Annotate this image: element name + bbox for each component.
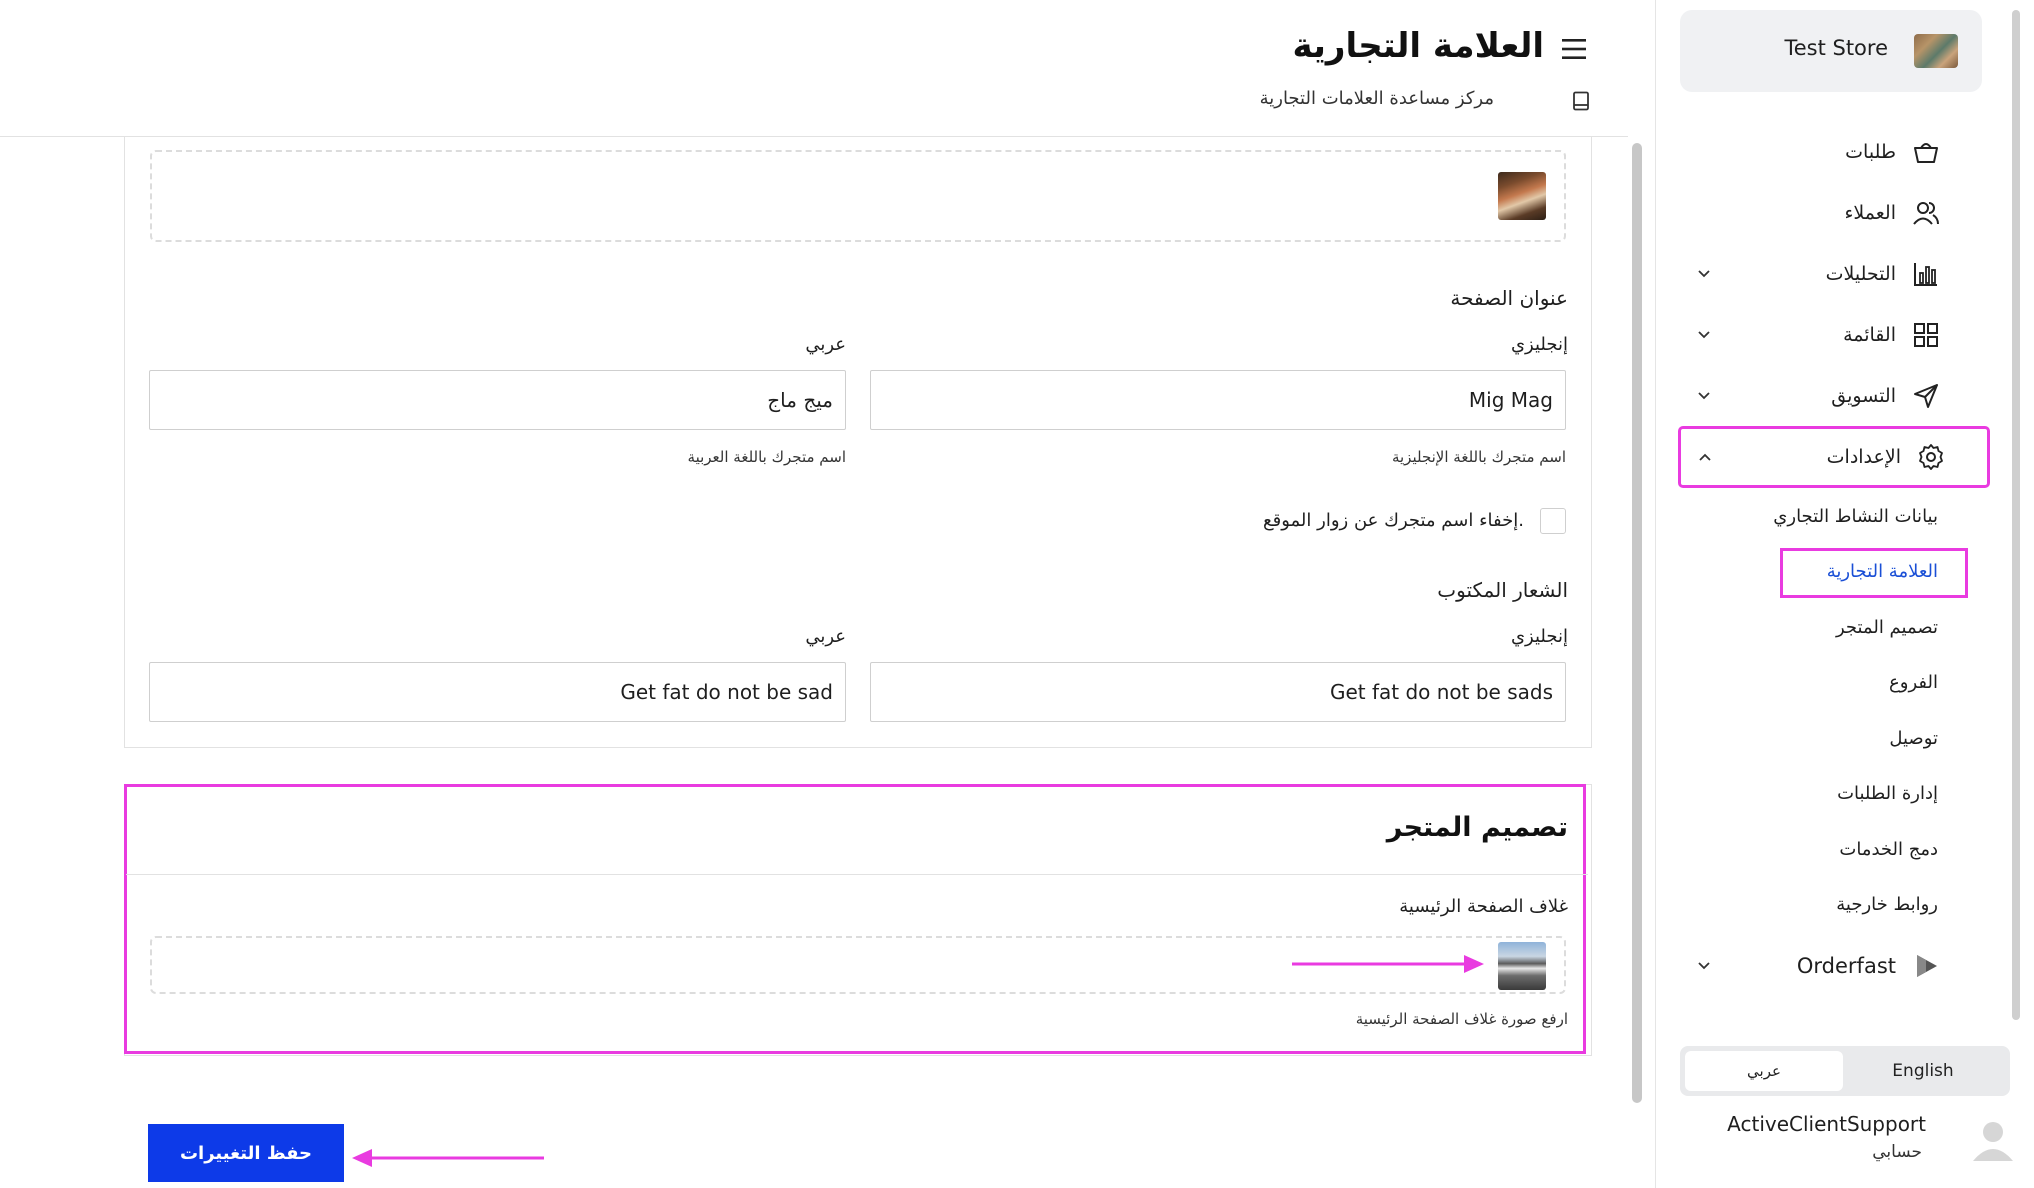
avatar[interactable] [1968, 1115, 2018, 1165]
send-icon [1914, 384, 1938, 408]
sidebar-subitem-branches[interactable]: الفروع [1889, 672, 1938, 693]
save-changes-button[interactable]: حفظ التغييرات [148, 1124, 344, 1182]
chevron-down-icon[interactable] [1694, 956, 1714, 976]
logo-thumbnail [1498, 172, 1546, 220]
bar-chart-icon [1914, 263, 1937, 286]
store-name: Test Store [1784, 36, 1888, 60]
sidebar-subitem-store-design[interactable]: تصميم المتجر [1836, 617, 1938, 638]
sidebar-item-menu[interactable]: القائمة [1680, 307, 1982, 363]
cover-thumbnail [1498, 942, 1546, 990]
slogan-english-label: إنجليزي [1510, 626, 1568, 647]
hide-store-name-checkbox[interactable] [1540, 508, 1566, 534]
sidebar-subitem-external-links[interactable]: روابط خارجية [1836, 894, 1938, 915]
sidebar-item-label: التسويق [1831, 385, 1896, 407]
hide-store-name-label: إخفاء اسم متجرك عن زوار الموقع. [1263, 510, 1524, 531]
grid-icon [1914, 323, 1938, 347]
store-name-english-input[interactable]: Mig Mag [870, 370, 1566, 430]
sidebar-item-label: القائمة [1843, 324, 1896, 346]
language-option-arabic[interactable]: عربي [1685, 1051, 1843, 1091]
cover-image-label: غلاف الصفحة الرئيسية [1399, 896, 1568, 917]
cover-image-helper: ارفع صورة غلاف الصفحة الرئيسية [1355, 1010, 1568, 1028]
book-icon [1573, 91, 1589, 111]
my-account-link[interactable]: حسابي [1872, 1142, 1922, 1162]
sidebar-item-orderfast[interactable]: Orderfast [1680, 938, 1982, 994]
store-design-divider [126, 874, 1588, 875]
sidebar-item-customers[interactable]: العملاء [1680, 185, 1982, 241]
slogan-arabic-input[interactable]: Get fat do not be sad [149, 662, 846, 722]
sidebar-subitem-order-management[interactable]: إدارة الطلبات [1837, 783, 1938, 804]
slogan-section-label: الشعار المكتوب [1437, 578, 1568, 602]
chevron-up-icon[interactable] [1695, 447, 1715, 467]
name-english-helper: اسم متجرك باللغة الإنجليزية [1391, 448, 1566, 466]
slogan-english-input[interactable]: Get fat do not be sads [870, 662, 1566, 722]
chevron-down-icon[interactable] [1694, 386, 1714, 406]
brand-help-center-link[interactable]: مركز مساعدة العلامات التجارية [1260, 88, 1494, 109]
sidebar-subitem-integrations[interactable]: دمج الخدمات [1839, 839, 1938, 860]
name-arabic-label: عربي [805, 334, 846, 355]
sidebar-item-label: Orderfast [1796, 954, 1896, 978]
gear-icon [1919, 444, 1943, 470]
language-option-english[interactable]: English [1844, 1051, 2002, 1091]
logo-upload-dropzone[interactable] [150, 150, 1566, 242]
store-switcher[interactable]: Test Store [1680, 10, 1982, 92]
sidebar-item-analytics[interactable]: التحليلات [1680, 246, 1982, 302]
main-scrollbar[interactable] [1632, 143, 1642, 1103]
sidebar-item-label: طلبات [1845, 141, 1896, 163]
sidebar-item-label: الإعدادات [1826, 446, 1901, 468]
arrow-annotation-icon [352, 1149, 544, 1167]
page-title-section-label: عنوان الصفحة [1450, 286, 1568, 310]
play-icon [1917, 955, 1937, 977]
sidebar-item-label: التحليلات [1825, 263, 1896, 285]
sidebar-item-settings[interactable]: الإعدادات [1678, 426, 1990, 488]
brand-subitem-highlight-box [1780, 548, 1968, 598]
sidebar-subitem-delivery[interactable]: توصيل [1889, 728, 1938, 749]
sidebar-subitem-business-info[interactable]: بيانات النشاط التجاري [1773, 506, 1938, 527]
language-toggle: English عربي [1680, 1046, 2010, 1096]
store-design-title: تصميم المتجر [1386, 812, 1568, 843]
chevron-down-icon[interactable] [1694, 264, 1714, 284]
page-title: العلامة التجارية [1292, 26, 1544, 66]
chevron-down-icon[interactable] [1694, 325, 1714, 345]
sidebar-item-orders[interactable]: طلبات [1680, 124, 1982, 180]
sidebar-scrollbar[interactable] [2012, 10, 2020, 1020]
name-english-label: إنجليزي [1510, 334, 1568, 355]
sidebar-item-marketing[interactable]: التسويق [1680, 368, 1982, 424]
user-name[interactable]: ActiveClientSupport [1727, 1112, 1926, 1136]
sidebar-item-label: العملاء [1844, 202, 1897, 224]
name-arabic-helper: اسم متجرك باللغة العربية [687, 448, 846, 466]
slogan-arabic-label: عربي [805, 626, 846, 647]
arrow-annotation-icon [1292, 955, 1484, 973]
hamburger-menu-icon[interactable] [1560, 36, 1588, 62]
store-avatar [1914, 34, 1958, 68]
store-name-arabic-input[interactable]: ميج ماج [149, 370, 846, 430]
basket-icon [1914, 143, 1938, 163]
users-icon [1913, 202, 1939, 225]
